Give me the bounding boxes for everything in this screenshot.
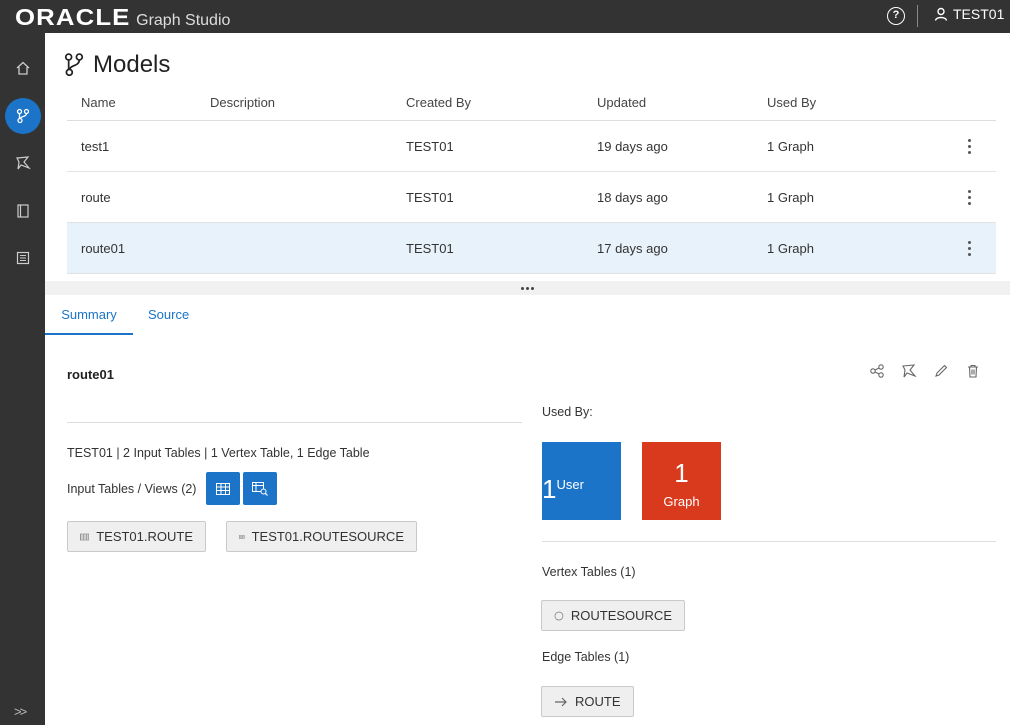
table-search-icon bbox=[252, 481, 269, 496]
topbar-divider bbox=[917, 5, 918, 27]
used-by-user-tile[interactable]: 1 User bbox=[542, 442, 621, 520]
jobs-icon bbox=[16, 251, 29, 265]
arrow-right-icon bbox=[555, 697, 567, 706]
column-header-created-by[interactable]: Created By bbox=[406, 95, 597, 110]
create-graph-icon[interactable] bbox=[899, 361, 919, 381]
table-row[interactable]: route TEST01 18 days ago 1 Graph bbox=[67, 172, 996, 223]
table-row[interactable]: test1 TEST01 19 days ago 1 Graph bbox=[67, 121, 996, 172]
main-content: Models Name Description Created By Updat… bbox=[45, 33, 1010, 725]
models-table: Name Description Created By Updated Used… bbox=[67, 85, 996, 274]
collapse-sidebar-button[interactable]: >> bbox=[14, 704, 27, 719]
used-by-label: Used By: bbox=[542, 405, 593, 419]
column-header-updated[interactable]: Updated bbox=[597, 95, 767, 110]
input-tables-row: Input Tables / Views (2) bbox=[67, 472, 278, 505]
page-title: Models bbox=[63, 51, 170, 79]
tab-source[interactable]: Source bbox=[148, 307, 189, 322]
cell-used-by: 1 Graph bbox=[767, 138, 814, 154]
help-icon[interactable]: ? bbox=[887, 7, 905, 25]
user-icon bbox=[934, 7, 948, 21]
divider bbox=[67, 422, 522, 423]
vertex-tables-label: Vertex Tables (1) bbox=[542, 565, 636, 579]
sidebar-item-home[interactable] bbox=[0, 48, 45, 88]
table-view-button[interactable] bbox=[206, 472, 241, 505]
divider bbox=[542, 541, 996, 542]
model-icon bbox=[16, 108, 29, 124]
vertex-circle-icon bbox=[554, 611, 564, 620]
cell-created-by: TEST01 bbox=[406, 138, 454, 154]
user-menu[interactable]: TEST01 bbox=[934, 6, 1004, 22]
cell-updated: 17 days ago bbox=[597, 240, 668, 256]
table-row-selected[interactable]: route01 TEST01 17 days ago 1 Graph bbox=[67, 223, 996, 274]
model-icon bbox=[64, 53, 84, 77]
more-options-icon[interactable] bbox=[967, 189, 971, 205]
used-by-graph-tile[interactable]: 1 Graph bbox=[642, 442, 721, 520]
edge-tables-label: Edge Tables (1) bbox=[542, 650, 630, 664]
home-icon bbox=[16, 61, 29, 75]
edit-icon[interactable] bbox=[931, 361, 951, 381]
notebook-icon bbox=[16, 204, 29, 218]
cell-updated: 18 days ago bbox=[597, 189, 668, 205]
graph-icon bbox=[15, 156, 31, 170]
more-options-icon[interactable] bbox=[967, 240, 971, 256]
column-header-used-by[interactable]: Used By bbox=[767, 95, 942, 110]
panel-splitter[interactable] bbox=[45, 281, 1010, 295]
table-icon bbox=[216, 482, 231, 495]
cell-used-by: 1 Graph bbox=[767, 240, 814, 256]
cell-updated: 19 days ago bbox=[597, 138, 668, 154]
product-name: Graph Studio bbox=[136, 12, 231, 29]
detail-actions bbox=[867, 361, 983, 381]
model-summary: TEST01 | 2 Input Tables | 1 Vertex Table… bbox=[67, 446, 370, 460]
sidebar-item-notebooks[interactable] bbox=[0, 191, 45, 231]
cell-name: route bbox=[81, 189, 111, 205]
tab-summary[interactable]: Summary bbox=[45, 307, 133, 335]
more-options-icon[interactable] bbox=[967, 138, 971, 154]
top-bar: ORACLE Graph Studio ? TEST01 bbox=[0, 0, 1010, 33]
edge-table-chip[interactable]: ROUTE bbox=[541, 686, 634, 717]
sidebar-item-jobs[interactable] bbox=[0, 238, 45, 278]
table-icon bbox=[239, 534, 245, 539]
cell-created-by: TEST01 bbox=[406, 240, 454, 256]
sidebar-item-graphs[interactable] bbox=[0, 143, 45, 183]
column-header-description[interactable]: Description bbox=[210, 95, 406, 110]
table-header: Name Description Created By Updated Used… bbox=[67, 85, 996, 121]
vertex-table-chip[interactable]: ROUTESOURCE bbox=[541, 600, 685, 631]
sidebar: >> bbox=[0, 33, 45, 725]
table-icon bbox=[80, 533, 90, 540]
table-search-button[interactable] bbox=[243, 472, 278, 505]
brand[interactable]: ORACLE Graph Studio bbox=[15, 4, 230, 31]
oracle-logo: ORACLE bbox=[15, 4, 131, 30]
detail-tabs: Summary Source bbox=[45, 295, 1010, 335]
input-table-chip[interactable]: TEST01.ROUTESOURCE bbox=[226, 521, 417, 552]
input-table-chip[interactable]: TEST01.ROUTE bbox=[67, 521, 206, 552]
user-name: TEST01 bbox=[953, 6, 1005, 22]
column-header-name[interactable]: Name bbox=[67, 95, 210, 110]
delete-icon[interactable] bbox=[963, 361, 983, 381]
cell-name: test1 bbox=[81, 138, 110, 154]
share-icon[interactable] bbox=[867, 361, 887, 381]
sidebar-item-models[interactable] bbox=[0, 96, 45, 136]
cell-created-by: TEST01 bbox=[406, 189, 454, 205]
drag-handle-icon bbox=[521, 286, 534, 290]
cell-name: route01 bbox=[81, 240, 126, 256]
cell-used-by: 1 Graph bbox=[767, 189, 814, 205]
detail-title: route01 bbox=[67, 367, 114, 382]
input-tables-label: Input Tables / Views (2) bbox=[67, 481, 197, 496]
